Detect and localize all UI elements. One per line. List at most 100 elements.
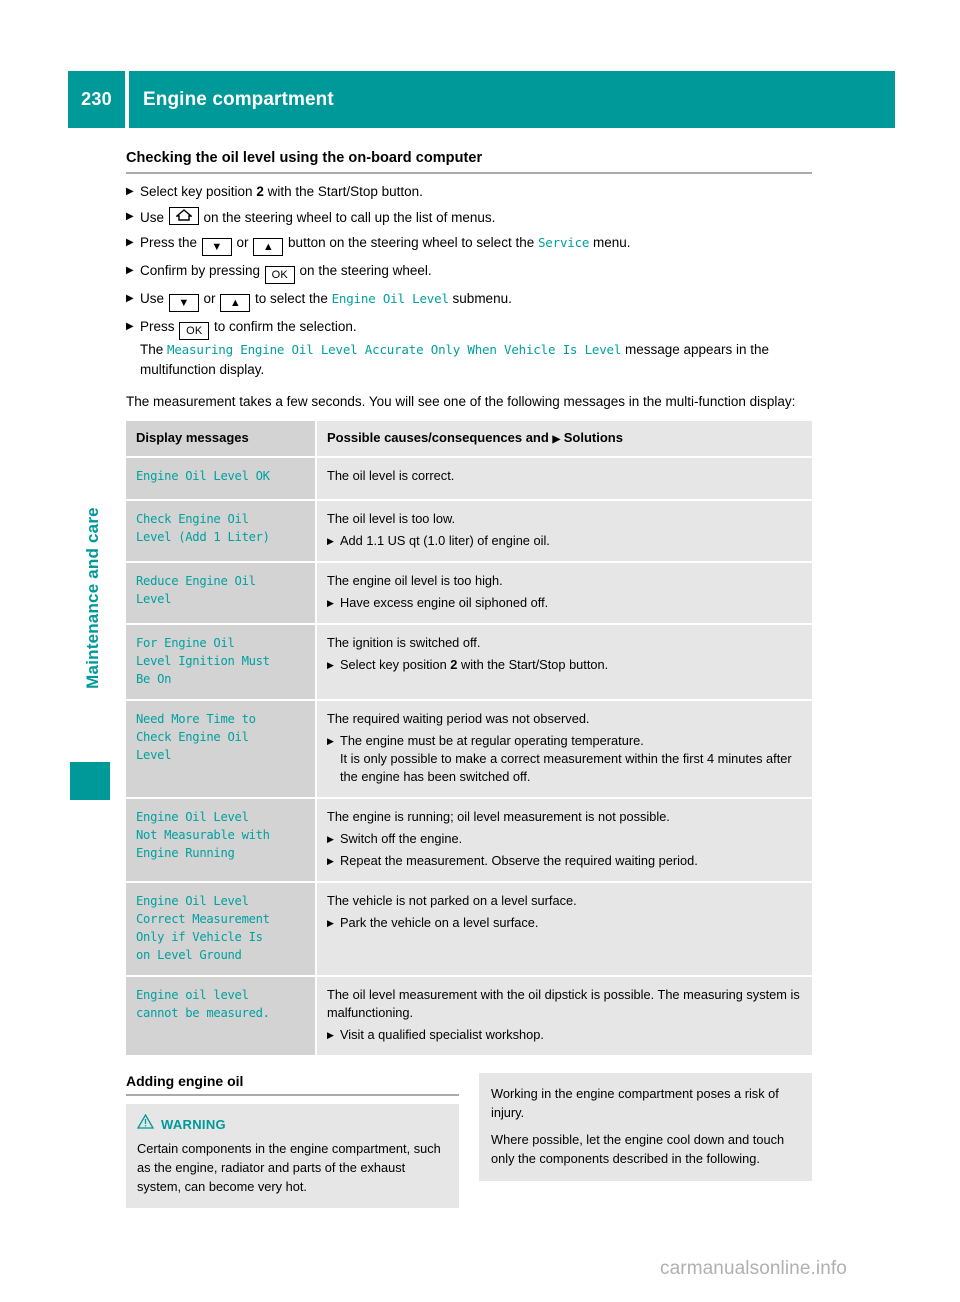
page-number: 230	[68, 71, 125, 128]
step-item: ▶ Use ▼ or ▲ to select the Engine Oil Le…	[126, 289, 812, 312]
table-cell-description: The ignition is switched off. ▶ Select ke…	[316, 624, 812, 701]
solutions-bullet-icon: ▶	[552, 434, 561, 445]
cause-text: The engine oil level is too high.	[327, 573, 503, 588]
step-text: Confirm by pressing OK on the steering w…	[140, 261, 812, 284]
adding-engine-oil-section: Adding engine oil WARNING Certain compon…	[126, 1073, 812, 1208]
table-cell-description: The oil level is correct.	[316, 457, 812, 501]
cause-text: The ignition is switched off.	[327, 635, 481, 650]
solution-bullet-icon: ▶	[327, 856, 334, 866]
step-text-post: on the steering wheel to call up the lis…	[199, 210, 496, 225]
table-cell-description: The vehicle is not parked on a level sur…	[316, 882, 812, 977]
step-text: Press the ▼ or ▲ button on the steering …	[140, 233, 812, 256]
step-text-pre: Press	[140, 319, 179, 334]
warning-triangle-icon	[136, 1113, 155, 1134]
warning-column: Adding engine oil WARNING Certain compon…	[126, 1073, 459, 1208]
solution-text: Repeat the measurement. Observe the requ…	[340, 853, 698, 868]
step-bullet-icon: ▶	[126, 321, 134, 332]
step-text-post2: menu.	[589, 235, 631, 250]
solution-item: ▶ Select key position 2 with the Start/St…	[327, 656, 802, 674]
display-message-measuring: Measuring Engine Oil Level Accurate Only…	[167, 342, 622, 357]
table-cell-message: Engine Oil Level OK	[126, 457, 317, 501]
step-note-pre: The	[140, 342, 168, 357]
step-text-post2: submenu.	[448, 291, 512, 306]
table-row: Engine oil level cannot be measured. The…	[126, 976, 812, 1057]
key-position-value: 2	[450, 657, 458, 672]
ok-button-icon: OK	[264, 266, 295, 284]
intro-paragraph: The measurement takes a few seconds. You…	[126, 394, 796, 409]
step-text-post1: button on the steering wheel to select t…	[284, 235, 538, 250]
step-item: ▶ Press OK to confirm the selection. The …	[126, 317, 812, 380]
solution-item: ▶ Switch off the engine.	[327, 830, 802, 848]
table-cell-message: For Engine Oil Level Ignition Must Be On	[126, 624, 317, 701]
subsection-heading: Adding engine oil	[126, 1073, 244, 1089]
section-rule	[126, 172, 812, 174]
solution-item: ▶ Repeat the measurement. Observe the req…	[327, 852, 802, 870]
step-text: Press OK to confirm the selection. The Me…	[140, 317, 812, 380]
step-item: ▶ Press the ▼ or ▲ button on the steerin…	[126, 233, 812, 256]
step-text-pre: Use	[140, 291, 168, 306]
table-cell-message: Need More Time to Check Engine Oil Level	[126, 700, 317, 799]
cause-text: The oil level is correct.	[327, 468, 455, 483]
solution-text: Visit a qualified specialist workshop.	[340, 1027, 544, 1042]
warning-body-text: Certain components in the engine compart…	[137, 1141, 441, 1194]
table-row: Engine Oil Level OK The oil level is cor…	[126, 457, 812, 501]
step-bullet-icon: ▶	[126, 293, 134, 304]
table-row: Check Engine Oil Level (Add 1 Liter) The…	[126, 500, 812, 563]
arrow-down-icon: ▼	[201, 238, 232, 256]
table-cell-description: The engine oil level is too high. ▶ Have …	[316, 562, 812, 625]
table-row: Engine Oil Level Not Measurable with Eng…	[126, 798, 812, 883]
page-title: Engine compartment	[129, 71, 895, 128]
table-cell-message: Reduce Engine Oil Level	[126, 562, 317, 625]
header-text-post: Solutions	[560, 430, 623, 445]
solution-text: Switch off the engine.	[340, 831, 463, 846]
table-cell-message: Check Engine Oil Level (Add 1 Liter)	[126, 500, 317, 563]
warning-continuation-column: Working in the engine compartment poses …	[479, 1073, 812, 1208]
cause-text: The vehicle is not parked on a level sur…	[327, 893, 577, 908]
step-text-post: to confirm the selection.	[210, 319, 357, 334]
step-bullet-icon: ▶	[126, 237, 134, 248]
table-cell-message: Engine Oil Level Not Measurable with Eng…	[126, 798, 317, 883]
step-text-pre: Select key position	[140, 184, 257, 199]
warning-label: WARNING	[161, 1116, 226, 1132]
solution-bullet-icon: ▶	[327, 1030, 334, 1040]
solution-bullet-icon: ▶	[327, 834, 334, 844]
main-content: Checking the oil level using the on-boar…	[126, 150, 812, 1208]
page-header: 230 Engine compartment	[68, 71, 895, 128]
step-text-pre: Use	[140, 210, 168, 225]
solution-text: Add 1.1 US qt (1.0 liter) of engine oil.	[340, 533, 550, 548]
continuation-paragraph-2: Where possible, let the engine cool down…	[491, 1132, 785, 1166]
step-item: ▶ Select key position 2 with the Start/S…	[126, 182, 812, 202]
arrow-down-icon: ▼	[168, 294, 199, 312]
step-item: ▶ Use on the steering wheel to call up t…	[126, 207, 812, 228]
table-header-display-messages: Display messages	[126, 421, 317, 458]
step-text-mid: or	[232, 235, 253, 250]
solution-item: ▶ Add 1.1 US qt (1.0 liter) of engine oil…	[327, 532, 802, 550]
table-cell-description: The engine is running; oil level measure…	[316, 798, 812, 883]
chapter-tab: Maintenance and care	[66, 470, 112, 810]
solution-bullet-icon: ▶	[327, 660, 334, 670]
solution-item: ▶ Visit a qualified specialist workshop.	[327, 1026, 802, 1044]
chapter-label: Maintenance and care	[83, 507, 102, 689]
cause-text: The engine is running; oil level measure…	[327, 809, 670, 824]
solution-item: ▶ Park the vehicle on a level surface.	[327, 914, 802, 932]
submenu-name-engine-oil-level: Engine Oil Level	[331, 291, 449, 306]
home-icon	[168, 207, 199, 225]
table-row: Need More Time to Check Engine Oil Level…	[126, 700, 812, 799]
solution-item: ▶ Have excess engine oil siphoned off.	[327, 594, 802, 612]
table-cell-description: The oil level is too low. ▶ Add 1.1 US qt…	[316, 500, 812, 563]
step-text-pre: Confirm by pressing	[140, 263, 264, 278]
table-row: Reduce Engine Oil Level The engine oil l…	[126, 562, 812, 625]
procedure-steps: ▶ Select key position 2 with the Start/S…	[126, 182, 812, 380]
chapter-marker	[70, 762, 110, 800]
step-text-post1: to select the	[251, 291, 332, 306]
step-bullet-icon: ▶	[126, 265, 134, 276]
step-bullet-icon: ▶	[126, 186, 134, 197]
arrow-up-icon: ▲	[253, 238, 284, 256]
solution-extra-text: It is only possible to make a correct me…	[340, 751, 792, 784]
section-heading: Checking the oil level using the on-boar…	[126, 150, 483, 166]
table-cell-message: Engine Oil Level Correct Measurement Onl…	[126, 882, 317, 977]
table-header-row: Display messages Possible causes/consequ…	[126, 421, 812, 458]
display-messages-table: Display messages Possible causes/consequ…	[126, 421, 812, 1057]
step-text: Use on the steering wheel to call up the…	[140, 207, 812, 228]
solution-text: Have excess engine oil siphoned off.	[340, 595, 549, 610]
